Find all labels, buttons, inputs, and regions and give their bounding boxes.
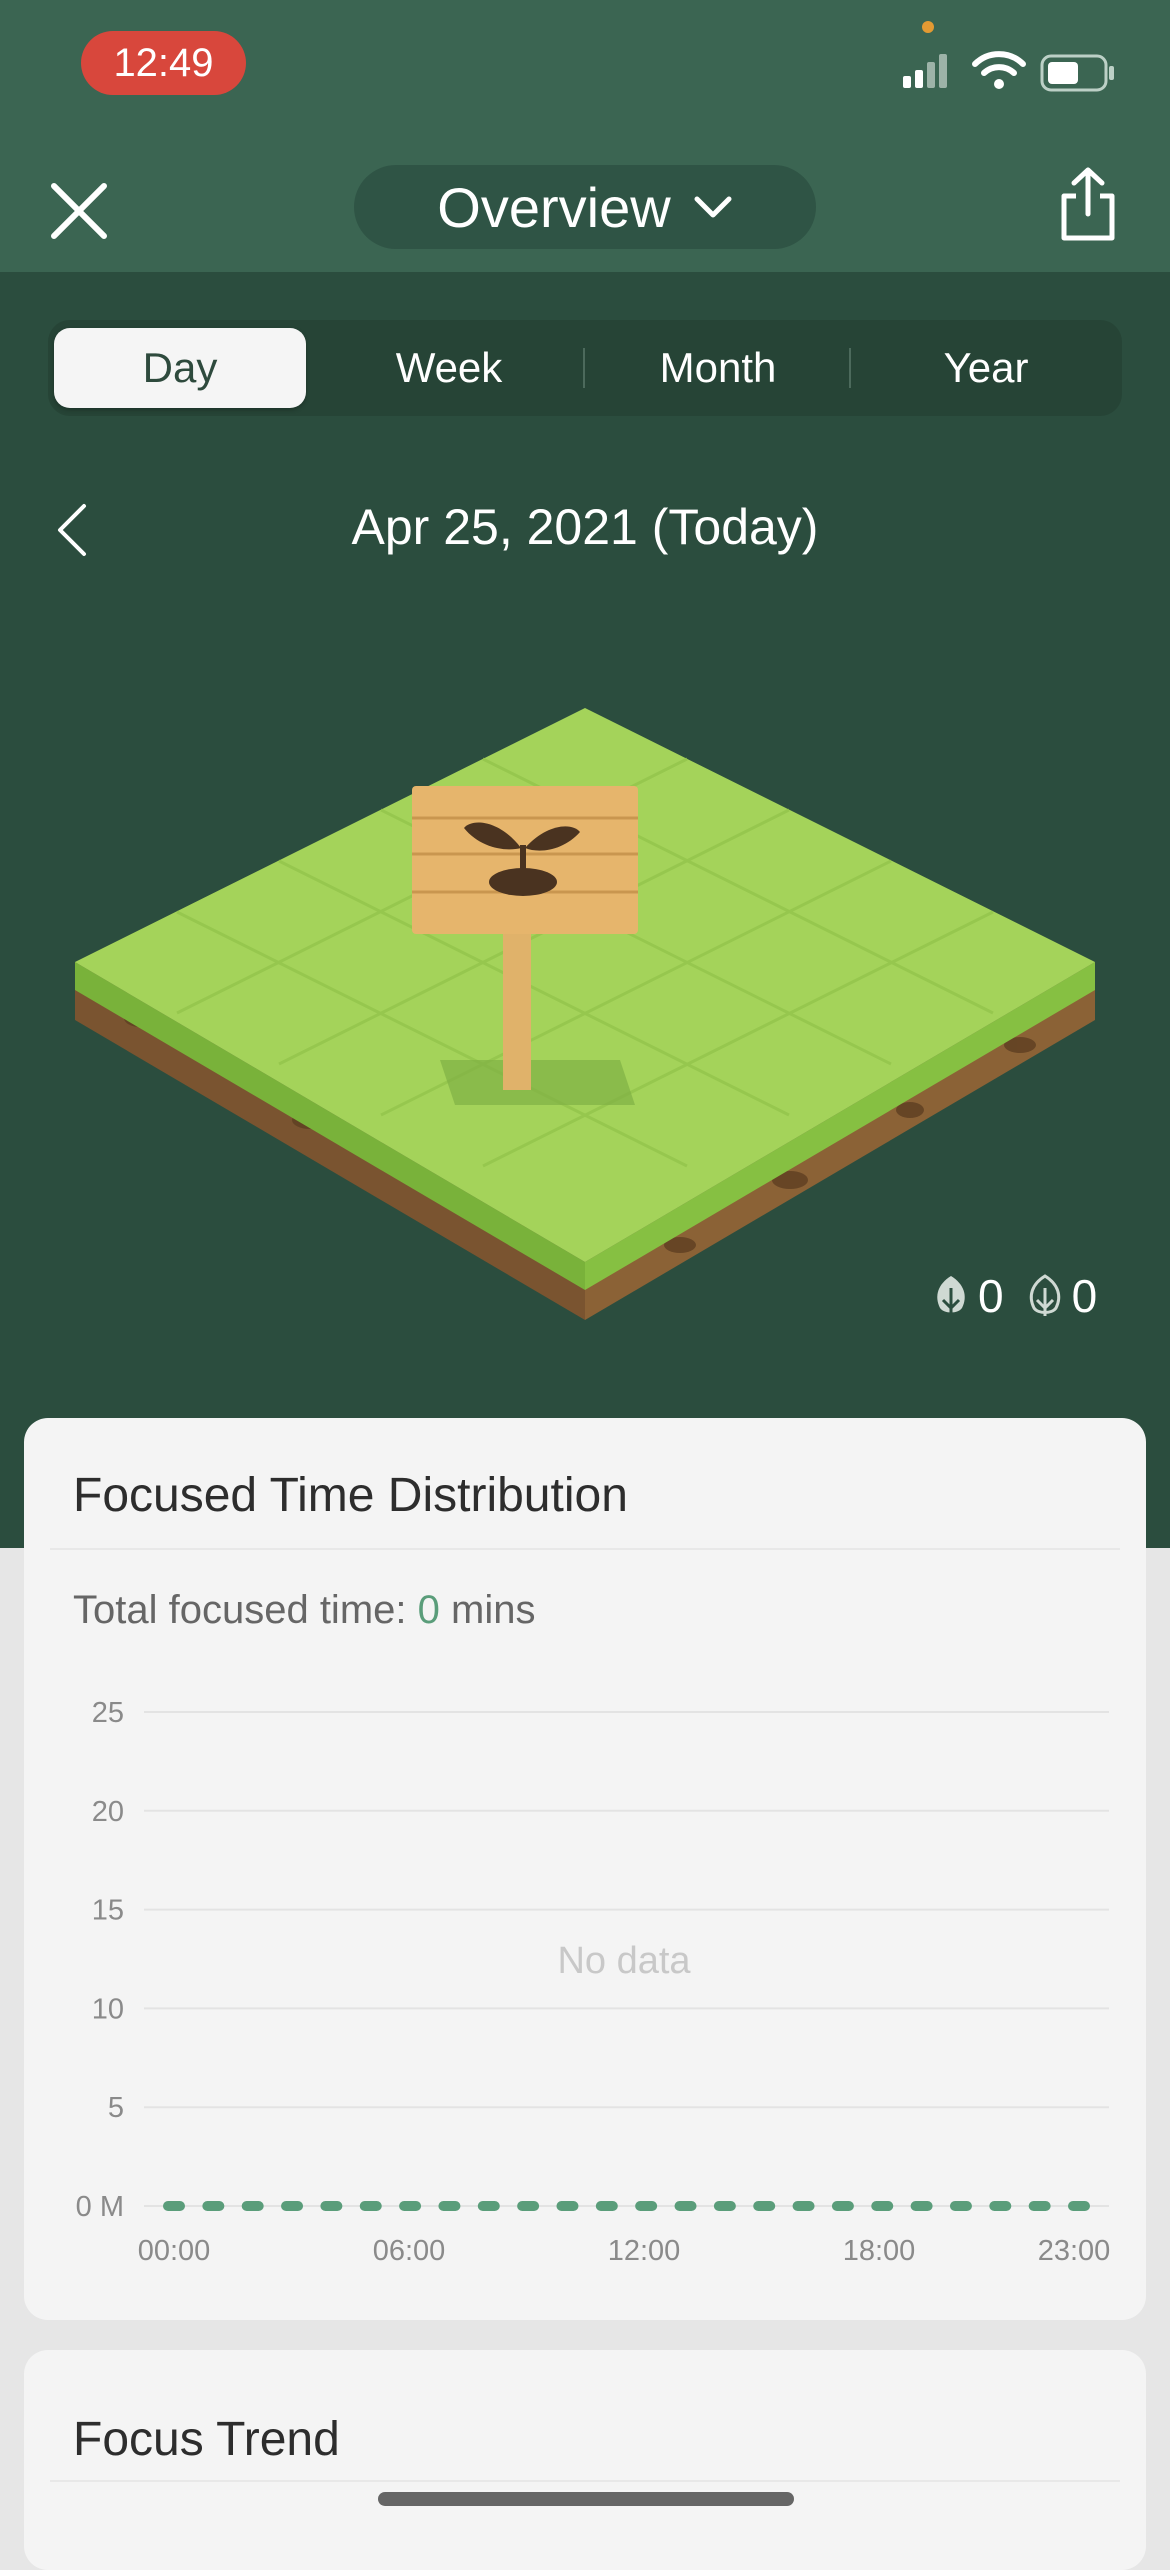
tree-icon — [937, 1276, 965, 1316]
tab-week[interactable]: Week — [323, 328, 575, 408]
overview-dropdown[interactable]: Overview — [354, 165, 816, 249]
x-tick-label: 23:00 — [1038, 2235, 1111, 2267]
period-segmented-control: Day Week Month Year — [48, 320, 1122, 416]
bar-00 — [163, 2201, 185, 2211]
bar-06 — [399, 2201, 422, 2211]
y-tick-label: 0 M — [76, 2191, 124, 2223]
tab-day[interactable]: Day — [54, 328, 306, 408]
bar-18 — [871, 2201, 894, 2211]
wifi-icon — [972, 51, 1026, 89]
x-tick-label: 18:00 — [843, 2235, 916, 2267]
no-data-message: No data — [557, 1940, 691, 1982]
bar-12 — [635, 2201, 658, 2211]
y-tick-label: 10 — [92, 1993, 124, 2025]
overview-title: Overview — [437, 175, 671, 239]
focused-time-distribution-card: Focused Time Distribution Total focused … — [24, 1418, 1146, 2320]
bar-05 — [359, 2201, 382, 2211]
bar-21 — [989, 2201, 1012, 2211]
tab-year[interactable]: Year — [860, 328, 1112, 408]
home-indicator[interactable] — [378, 2492, 794, 2506]
bar-15 — [753, 2201, 776, 2211]
healthy-tree-count: 0 — [932, 1269, 1004, 1323]
withered-tree-count: 0 — [1026, 1269, 1098, 1323]
bar-19 — [910, 2201, 933, 2211]
bar-09 — [517, 2201, 540, 2211]
bar-23 — [1068, 2201, 1090, 2211]
withered-count-value: 0 — [1071, 1270, 1098, 1322]
withered-tree-icon — [1029, 1274, 1060, 1316]
bar-17 — [831, 2201, 854, 2211]
bar-07 — [438, 2201, 461, 2211]
bar-08 — [477, 2201, 500, 2211]
bar-03 — [281, 2201, 304, 2211]
status-time: 12:49 — [81, 31, 246, 95]
bar-13 — [674, 2201, 697, 2211]
segment-divider — [583, 348, 585, 388]
card-divider — [50, 2480, 1120, 2482]
bar-02 — [241, 2201, 264, 2211]
y-tick-label: 15 — [92, 1895, 124, 1927]
bar-16 — [792, 2201, 815, 2211]
bar-22 — [1028, 2201, 1051, 2211]
date-label: Apr 25, 2021 (Today) — [351, 499, 819, 555]
bar-11 — [595, 2201, 618, 2211]
card-title: Focus Trend — [73, 2413, 340, 2466]
privacy-indicator — [922, 21, 934, 33]
segment-divider — [849, 348, 851, 388]
y-tick-label: 20 — [92, 1796, 124, 1828]
y-tick-label: 25 — [92, 1697, 124, 1729]
close-icon[interactable] — [48, 180, 110, 242]
share-icon[interactable] — [1056, 166, 1120, 242]
x-tick-label: 00:00 — [138, 2235, 211, 2267]
battery-icon — [1040, 54, 1114, 92]
tab-month[interactable]: Month — [592, 328, 844, 408]
tree-counts: 0 0 — [910, 1268, 1097, 1324]
x-tick-label: 12:00 — [608, 2235, 681, 2267]
x-tick-label: 06:00 — [373, 2235, 446, 2267]
distribution-chart: 0 M 5 10 15 20 25 00:00 06:00 12:00 18:00 23:00 No … — [76, 1697, 1111, 2267]
forest-plot-illustration — [75, 708, 1095, 1320]
focus-trend-card: Focus Trend — [24, 2350, 1146, 2570]
bar-14 — [713, 2201, 736, 2211]
chevron-down-icon — [694, 196, 732, 218]
y-tick-label: 5 — [108, 2092, 124, 2124]
bar-20 — [949, 2201, 972, 2211]
healthy-count-value: 0 — [978, 1270, 1004, 1322]
bar-10 — [556, 2201, 579, 2211]
bar-01 — [202, 2201, 225, 2211]
bar-04 — [320, 2201, 343, 2211]
signal-icon — [903, 54, 947, 88]
